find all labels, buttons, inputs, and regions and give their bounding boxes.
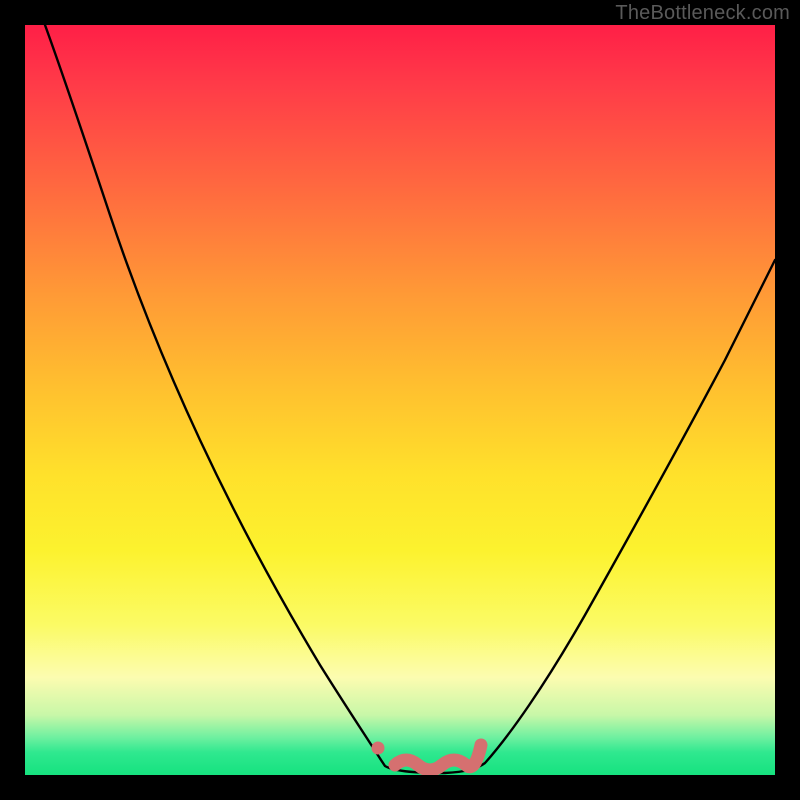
plot-svg — [25, 25, 775, 775]
marker-wave-icon — [395, 745, 481, 770]
marker-dot-icon — [372, 742, 385, 755]
attribution-text: TheBottleneck.com — [615, 2, 790, 25]
plot-area — [25, 25, 775, 775]
bottleneck-curve — [45, 25, 775, 773]
outer-frame: TheBottleneck.com — [0, 0, 800, 800]
